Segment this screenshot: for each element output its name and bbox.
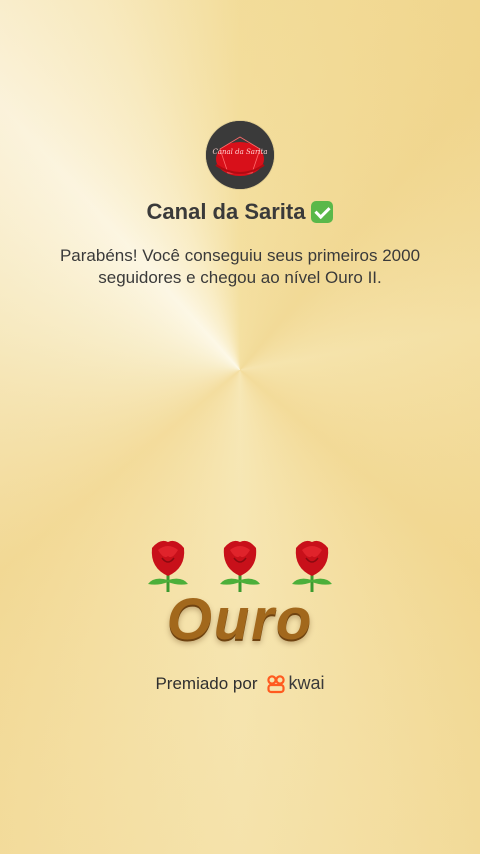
kwai-icon <box>266 674 285 693</box>
avatar[interactable]: Canal da Sarita <box>206 121 274 189</box>
rose-row <box>0 532 480 594</box>
level-name: Ouro <box>166 587 314 652</box>
verified-check-icon <box>311 201 334 223</box>
rose-icon <box>148 540 188 592</box>
kwai-brand-text: kwai <box>288 673 325 693</box>
channel-name: Canal da Sarita <box>146 199 306 224</box>
channel-name-row: Canal da Sarita <box>0 199 480 225</box>
congrats-message: Parabéns! Você conseguiu seus primeiros … <box>59 246 421 287</box>
kwai-logo: kwai <box>266 673 325 694</box>
award-row: Premiado por kwai <box>0 673 480 694</box>
award-label: Premiado por <box>155 673 258 693</box>
avatar-label: Canal da Sarita <box>212 148 268 156</box>
rose-icon <box>292 540 332 592</box>
rose-icon <box>220 540 260 592</box>
